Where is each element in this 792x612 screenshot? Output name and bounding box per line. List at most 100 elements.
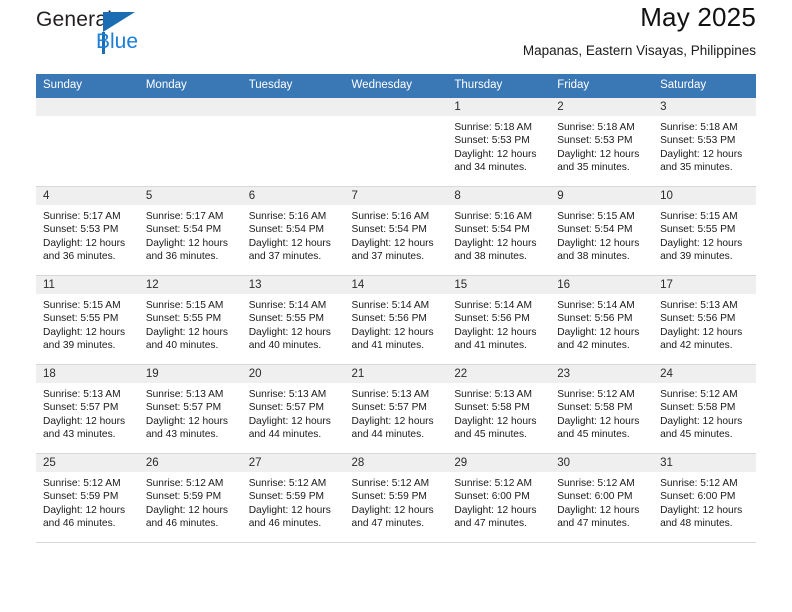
sunrise-text: Sunrise: 5:12 AM [145,478,224,489]
daylight-text-line1: Daylight: 12 hours [660,326,743,338]
sunset-text: Sunset: 5:55 PM [43,313,119,325]
sunset-text: Sunset: 5:54 PM [454,224,530,236]
calendar-day-cell[interactable]: 21 Sunrise: 5:13 AM Sunset: 5:57 PM Dayligh… [344,364,448,454]
daylight-text-line2: and 47 minutes. [454,518,527,530]
day-number: 23 [550,365,654,383]
sunrise-text: Sunrise: 5:14 AM [557,300,635,311]
day-number: 24 [653,365,756,383]
calendar-day-cell[interactable]: 31 Sunrise: 5:12 AM Sunset: 6:00 PM Dayligh… [653,453,756,543]
calendar-day-cell[interactable]: 11 Sunrise: 5:15 AM Sunset: 5:55 PM Dayligh… [36,275,139,365]
weekday-header-wednesday: Wednesday [344,74,448,98]
daylight-text-line2: and 35 minutes. [557,162,630,174]
calendar-day-cell[interactable]: 2 Sunrise: 5:18 AM Sunset: 5:53 PM Daylight… [550,97,654,187]
sunrise-text: Sunrise: 5:15 AM [43,300,121,311]
calendar-week-row: 18 Sunrise: 5:13 AM Sunset: 5:57 PM Dayligh… [36,364,756,454]
sunrise-text: Sunrise: 5:17 AM [145,211,224,222]
calendar-day-cell[interactable]: 8 Sunrise: 5:16 AM Sunset: 5:54 PM Daylight… [447,186,551,276]
calendar-day-cell[interactable]: 27 Sunrise: 5:12 AM Sunset: 5:59 PM Dayligh… [241,453,345,543]
calendar-day-cell-empty [36,97,139,187]
calendar-day-cell[interactable]: 16 Sunrise: 5:14 AM Sunset: 5:56 PM Dayligh… [550,275,654,365]
day-number: 7 [344,187,448,205]
calendar-day-cell[interactable]: 6 Sunrise: 5:16 AM Sunset: 5:54 PM Daylight… [241,186,345,276]
day-details: Sunrise: 5:13 AM Sunset: 5:58 PM Daylight:… [447,383,550,442]
sunset-text: Sunset: 5:55 PM [660,224,736,236]
day-number: 25 [36,454,139,472]
calendar-day-cell[interactable]: 5 Sunrise: 5:17 AM Sunset: 5:54 PM Daylight… [138,186,242,276]
sunrise-text: Sunrise: 5:13 AM [351,389,430,400]
sunrise-text: Sunrise: 5:13 AM [43,389,121,400]
page-header: General Blue May 2025 Mapanas, Eastern V… [36,0,756,74]
sunset-text: Sunset: 5:59 PM [145,491,222,503]
sunset-text: Sunset: 5:59 PM [248,491,325,503]
calendar-day-cell[interactable]: 14 Sunrise: 5:14 AM Sunset: 5:56 PM Dayligh… [344,275,448,365]
calendar-day-cell[interactable]: 25 Sunrise: 5:12 AM Sunset: 5:59 PM Dayligh… [36,453,139,543]
day-number: 15 [447,276,551,294]
daylight-text-line1: Daylight: 12 hours [43,326,126,338]
day-number: 13 [241,276,345,294]
daylight-text-line2: and 48 minutes. [660,518,733,530]
logo-text-blue: Blue [96,30,139,53]
daylight-text-line2: and 42 minutes. [557,340,630,352]
daylight-text-line1: Daylight: 12 hours [454,415,537,427]
calendar-day-cell[interactable]: 26 Sunrise: 5:12 AM Sunset: 5:59 PM Dayligh… [138,453,242,543]
sunrise-text: Sunrise: 5:17 AM [43,211,121,222]
sunrise-text: Sunrise: 5:18 AM [660,122,738,133]
sunset-text: Sunset: 5:53 PM [660,135,736,147]
sunset-text: Sunset: 5:53 PM [557,135,633,147]
calendar-day-cell[interactable]: 29 Sunrise: 5:12 AM Sunset: 6:00 PM Dayligh… [447,453,551,543]
sunrise-text: Sunrise: 5:14 AM [351,300,430,311]
daylight-text-line2: and 44 minutes. [248,429,322,441]
day-number: 14 [344,276,448,294]
daylight-text-line1: Daylight: 12 hours [43,504,126,516]
day-number [138,98,242,116]
calendar-day-cell[interactable]: 23 Sunrise: 5:12 AM Sunset: 5:58 PM Dayligh… [550,364,654,454]
day-details: Sunrise: 5:15 AM Sunset: 5:55 PM Daylight:… [36,294,139,353]
calendar-day-cell[interactable]: 1 Sunrise: 5:18 AM Sunset: 5:53 PM Daylight… [447,97,551,187]
sunrise-text: Sunrise: 5:14 AM [248,300,327,311]
daylight-text-line1: Daylight: 12 hours [43,415,126,427]
day-details: Sunrise: 5:17 AM Sunset: 5:53 PM Daylight:… [36,205,139,264]
calendar-day-cell[interactable]: 18 Sunrise: 5:13 AM Sunset: 5:57 PM Dayligh… [36,364,139,454]
calendar-day-cell[interactable]: 19 Sunrise: 5:13 AM Sunset: 5:57 PM Dayligh… [138,364,242,454]
sunset-text: Sunset: 5:58 PM [454,402,530,414]
sunset-text: Sunset: 5:56 PM [454,313,530,325]
daylight-text-line1: Daylight: 12 hours [454,504,537,516]
sunset-text: Sunset: 5:55 PM [145,313,222,325]
calendar-day-cell[interactable]: 3 Sunrise: 5:18 AM Sunset: 5:53 PM Daylight… [653,97,756,187]
calendar-day-cell[interactable]: 15 Sunrise: 5:14 AM Sunset: 5:56 PM Dayligh… [447,275,551,365]
calendar-day-cell[interactable]: 22 Sunrise: 5:13 AM Sunset: 5:58 PM Dayligh… [447,364,551,454]
sunrise-text: Sunrise: 5:12 AM [454,478,532,489]
day-number: 18 [36,365,139,383]
day-number [344,98,448,116]
calendar-day-cell[interactable]: 28 Sunrise: 5:12 AM Sunset: 5:59 PM Dayligh… [344,453,448,543]
weekday-header-monday: Monday [138,74,242,98]
sunset-text: Sunset: 5:55 PM [248,313,325,325]
calendar-day-cell[interactable]: 9 Sunrise: 5:15 AM Sunset: 5:54 PM Daylight… [550,186,654,276]
sunset-text: Sunset: 5:54 PM [145,224,222,236]
calendar-day-cell[interactable]: 4 Sunrise: 5:17 AM Sunset: 5:53 PM Daylight… [36,186,139,276]
calendar-day-cell[interactable]: 10 Sunrise: 5:15 AM Sunset: 5:55 PM Dayligh… [653,186,756,276]
sunset-text: Sunset: 6:00 PM [660,491,736,503]
daylight-text-line2: and 38 minutes. [454,251,527,263]
logo-triangle-icon [103,12,135,32]
day-number: 17 [653,276,756,294]
day-number: 1 [447,98,551,116]
daylight-text-line1: Daylight: 12 hours [145,415,228,427]
daylight-text-line1: Daylight: 12 hours [454,237,537,249]
calendar-day-cell[interactable]: 7 Sunrise: 5:16 AM Sunset: 5:54 PM Daylight… [344,186,448,276]
calendar-day-cell[interactable]: 13 Sunrise: 5:14 AM Sunset: 5:55 PM Dayligh… [241,275,345,365]
sunrise-text: Sunrise: 5:18 AM [454,122,532,133]
day-details: Sunrise: 5:13 AM Sunset: 5:57 PM Daylight:… [139,383,242,442]
calendar-day-cell[interactable]: 12 Sunrise: 5:15 AM Sunset: 5:55 PM Dayligh… [138,275,242,365]
calendar-day-cell[interactable]: 30 Sunrise: 5:12 AM Sunset: 6:00 PM Dayligh… [550,453,654,543]
day-details: Sunrise: 5:15 AM Sunset: 5:55 PM Daylight:… [653,205,756,264]
sunrise-text: Sunrise: 5:12 AM [660,478,738,489]
calendar-day-cell[interactable]: 17 Sunrise: 5:13 AM Sunset: 5:56 PM Dayligh… [653,275,756,365]
day-number: 21 [344,365,448,383]
weekday-header-sunday: Sunday [36,74,139,98]
sunset-text: Sunset: 5:54 PM [248,224,325,236]
day-details: Sunrise: 5:16 AM Sunset: 5:54 PM Daylight:… [345,205,448,264]
calendar-day-cell[interactable]: 20 Sunrise: 5:13 AM Sunset: 5:57 PM Dayligh… [241,364,345,454]
daylight-text-line1: Daylight: 12 hours [351,237,434,249]
calendar-day-cell[interactable]: 24 Sunrise: 5:12 AM Sunset: 5:58 PM Dayligh… [653,364,756,454]
